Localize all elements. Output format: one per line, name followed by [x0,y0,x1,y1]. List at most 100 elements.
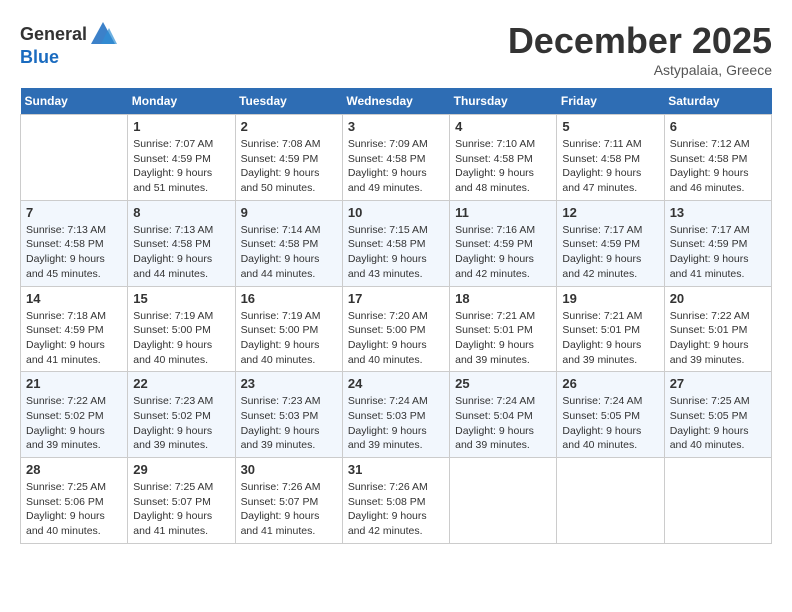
day-number: 5 [562,119,658,134]
day-info: Sunrise: 7:26 AMSunset: 5:07 PMDaylight:… [241,480,337,539]
day-info: Sunrise: 7:19 AMSunset: 5:00 PMDaylight:… [133,309,229,368]
calendar-cell: 15 Sunrise: 7:19 AMSunset: 5:00 PMDayligh… [128,286,235,372]
calendar-cell: 21 Sunrise: 7:22 AMSunset: 5:02 PMDayligh… [21,372,128,458]
day-number: 1 [133,119,229,134]
calendar-cell: 6 Sunrise: 7:12 AMSunset: 4:58 PMDaylight… [664,115,771,201]
calendar-cell: 3 Sunrise: 7:09 AMSunset: 4:58 PMDaylight… [342,115,449,201]
calendar-cell: 20 Sunrise: 7:22 AMSunset: 5:01 PMDayligh… [664,286,771,372]
calendar-cell: 16 Sunrise: 7:19 AMSunset: 5:00 PMDayligh… [235,286,342,372]
day-info: Sunrise: 7:24 AMSunset: 5:05 PMDaylight:… [562,394,658,453]
day-number: 6 [670,119,766,134]
day-info: Sunrise: 7:25 AMSunset: 5:06 PMDaylight:… [26,480,122,539]
day-info: Sunrise: 7:19 AMSunset: 5:00 PMDaylight:… [241,309,337,368]
calendar-cell: 12 Sunrise: 7:17 AMSunset: 4:59 PMDayligh… [557,200,664,286]
day-info: Sunrise: 7:21 AMSunset: 5:01 PMDaylight:… [562,309,658,368]
logo: General Blue [20,20,117,68]
calendar-cell [21,115,128,201]
day-info: Sunrise: 7:23 AMSunset: 5:03 PMDaylight:… [241,394,337,453]
day-info: Sunrise: 7:17 AMSunset: 4:59 PMDaylight:… [670,223,766,282]
title-block: December 2025 Astypalaia, Greece [508,20,772,78]
weekday-header-wednesday: Wednesday [342,88,449,115]
day-number: 7 [26,205,122,220]
weekday-header-thursday: Thursday [450,88,557,115]
day-info: Sunrise: 7:18 AMSunset: 4:59 PMDaylight:… [26,309,122,368]
day-info: Sunrise: 7:13 AMSunset: 4:58 PMDaylight:… [26,223,122,282]
day-number: 25 [455,376,551,391]
day-info: Sunrise: 7:21 AMSunset: 5:01 PMDaylight:… [455,309,551,368]
weekday-header-saturday: Saturday [664,88,771,115]
calendar-cell: 30 Sunrise: 7:26 AMSunset: 5:07 PMDayligh… [235,458,342,544]
day-number: 3 [348,119,444,134]
day-number: 17 [348,291,444,306]
day-number: 27 [670,376,766,391]
day-info: Sunrise: 7:16 AMSunset: 4:59 PMDaylight:… [455,223,551,282]
day-info: Sunrise: 7:22 AMSunset: 5:02 PMDaylight:… [26,394,122,453]
logo-blue: Blue [20,47,59,67]
day-info: Sunrise: 7:25 AMSunset: 5:05 PMDaylight:… [670,394,766,453]
calendar-cell: 24 Sunrise: 7:24 AMSunset: 5:03 PMDayligh… [342,372,449,458]
calendar-cell: 19 Sunrise: 7:21 AMSunset: 5:01 PMDayligh… [557,286,664,372]
day-number: 4 [455,119,551,134]
calendar-cell: 9Sunrise: 7:14 AMSunset: 4:58 PMDaylight… [235,200,342,286]
calendar-cell: 7 Sunrise: 7:13 AMSunset: 4:58 PMDaylight… [21,200,128,286]
day-info: Sunrise: 7:15 AMSunset: 4:58 PMDaylight:… [348,223,444,282]
calendar-cell [664,458,771,544]
calendar-cell: 10 Sunrise: 7:15 AMSunset: 4:58 PMDayligh… [342,200,449,286]
calendar-cell: 31Sunrise: 7:26 AMSunset: 5:08 PMDayligh… [342,458,449,544]
day-info: Sunrise: 7:11 AMSunset: 4:58 PMDaylight:… [562,137,658,196]
weekday-header-friday: Friday [557,88,664,115]
day-number: 10 [348,205,444,220]
day-number: 12 [562,205,658,220]
day-info: Sunrise: 7:22 AMSunset: 5:01 PMDaylight:… [670,309,766,368]
calendar-cell: 23 Sunrise: 7:23 AMSunset: 5:03 PMDayligh… [235,372,342,458]
calendar-cell: 8 Sunrise: 7:13 AMSunset: 4:58 PMDaylight… [128,200,235,286]
day-number: 21 [26,376,122,391]
day-info: Sunrise: 7:12 AMSunset: 4:58 PMDaylight:… [670,137,766,196]
day-number: 19 [562,291,658,306]
day-number: 14 [26,291,122,306]
day-info: Sunrise: 7:08 AMSunset: 4:59 PMDaylight:… [241,137,337,196]
day-number: 29 [133,462,229,477]
day-number: 11 [455,205,551,220]
day-number: 2 [241,119,337,134]
calendar-cell: 5 Sunrise: 7:11 AMSunset: 4:58 PMDaylight… [557,115,664,201]
day-number: 20 [670,291,766,306]
calendar-cell: 29Sunrise: 7:25 AMSunset: 5:07 PMDayligh… [128,458,235,544]
weekday-header-sunday: Sunday [21,88,128,115]
day-info: Sunrise: 7:20 AMSunset: 5:00 PMDaylight:… [348,309,444,368]
month-title: December 2025 [508,20,772,62]
calendar-cell: 28Sunrise: 7:25 AMSunset: 5:06 PMDayligh… [21,458,128,544]
day-info: Sunrise: 7:07 AMSunset: 4:59 PMDaylight:… [133,137,229,196]
day-number: 16 [241,291,337,306]
day-number: 26 [562,376,658,391]
day-info: Sunrise: 7:24 AMSunset: 5:03 PMDaylight:… [348,394,444,453]
page-header: General Blue December 2025 Astypalaia, G… [20,20,772,78]
calendar-cell [450,458,557,544]
calendar-cell: 4 Sunrise: 7:10 AMSunset: 4:58 PMDaylight… [450,115,557,201]
day-number: 15 [133,291,229,306]
day-info: Sunrise: 7:23 AMSunset: 5:02 PMDaylight:… [133,394,229,453]
day-number: 24 [348,376,444,391]
calendar-cell: 18 Sunrise: 7:21 AMSunset: 5:01 PMDayligh… [450,286,557,372]
day-number: 8 [133,205,229,220]
day-info: Sunrise: 7:09 AMSunset: 4:58 PMDaylight:… [348,137,444,196]
calendar-cell: 13 Sunrise: 7:17 AMSunset: 4:59 PMDayligh… [664,200,771,286]
day-info: Sunrise: 7:26 AMSunset: 5:08 PMDaylight:… [348,480,444,539]
day-number: 13 [670,205,766,220]
weekday-header-tuesday: Tuesday [235,88,342,115]
calendar-cell: 2 Sunrise: 7:08 AMSunset: 4:59 PMDaylight… [235,115,342,201]
day-number: 23 [241,376,337,391]
day-info: Sunrise: 7:10 AMSunset: 4:58 PMDaylight:… [455,137,551,196]
day-number: 18 [455,291,551,306]
day-number: 30 [241,462,337,477]
calendar-cell: 27 Sunrise: 7:25 AMSunset: 5:05 PMDayligh… [664,372,771,458]
day-info: Sunrise: 7:13 AMSunset: 4:58 PMDaylight:… [133,223,229,282]
day-info: Sunrise: 7:14 AMSunset: 4:58 PMDaylight:… [241,223,337,282]
weekday-header-monday: Monday [128,88,235,115]
logo-icon [89,20,117,48]
calendar-cell: 11 Sunrise: 7:16 AMSunset: 4:59 PMDayligh… [450,200,557,286]
calendar-cell [557,458,664,544]
calendar-cell: 22Sunrise: 7:23 AMSunset: 5:02 PMDayligh… [128,372,235,458]
day-info: Sunrise: 7:17 AMSunset: 4:59 PMDaylight:… [562,223,658,282]
calendar-cell: 14 Sunrise: 7:18 AMSunset: 4:59 PMDayligh… [21,286,128,372]
